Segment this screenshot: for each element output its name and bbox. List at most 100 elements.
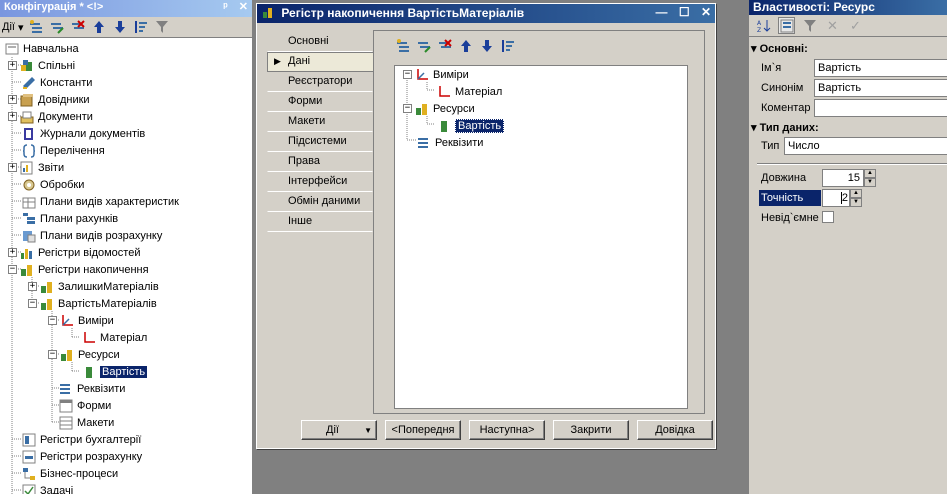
tree-item-common[interactable]: + Спільні: [8, 57, 75, 74]
tree-item-forms[interactable]: Форми: [58, 397, 111, 414]
filter-icon[interactable]: [154, 19, 171, 36]
data-tree-resources[interactable]: − Ресурси: [403, 100, 475, 117]
spin-up-icon[interactable]: ▲: [864, 169, 876, 178]
minimize-icon[interactable]: —: [655, 5, 667, 19]
edit-icon[interactable]: [415, 37, 432, 54]
categories-icon[interactable]: [778, 17, 795, 34]
close-icon[interactable]: ✕: [701, 5, 711, 19]
maximize-icon[interactable]: ☐: [679, 5, 690, 19]
move-down-icon[interactable]: [112, 19, 129, 36]
cancel-icon[interactable]: ✕: [824, 17, 841, 34]
move-up-icon[interactable]: [91, 19, 108, 36]
add-icon[interactable]: [394, 37, 411, 54]
spin-down-icon[interactable]: ▼: [864, 178, 876, 187]
type-field[interactable]: Число: [784, 137, 947, 155]
tab-forms[interactable]: Форми: [267, 92, 373, 112]
expand-icon[interactable]: +: [28, 282, 37, 291]
expand-icon[interactable]: +: [8, 163, 17, 172]
actions-menu[interactable]: Дії ▾: [2, 19, 24, 36]
tab-data[interactable]: Дані: [267, 52, 373, 72]
spin-down-icon[interactable]: ▼: [850, 198, 862, 207]
collapse-icon[interactable]: −: [403, 104, 412, 113]
tab-data-exchange[interactable]: Обмін даними: [267, 192, 373, 212]
dimension-icon: [436, 84, 452, 100]
data-tree-material[interactable]: Матеріал: [436, 83, 502, 100]
tab-rights[interactable]: Права: [267, 152, 373, 172]
tree-item-processing[interactable]: Обробки: [21, 176, 84, 193]
filter-icon[interactable]: [801, 17, 818, 34]
collapse-icon[interactable]: −: [403, 70, 412, 79]
tree-item-enums[interactable]: Перелічення: [21, 142, 105, 159]
move-up-icon[interactable]: [457, 37, 474, 54]
add-icon[interactable]: [28, 19, 45, 36]
tree-item-journals[interactable]: Журнали документів: [21, 125, 145, 142]
delete-icon[interactable]: [70, 19, 87, 36]
precision-field[interactable]: 2: [822, 189, 850, 207]
tree-item-documents[interactable]: + Документи: [8, 108, 93, 125]
tree-item-material[interactable]: Матеріал: [81, 329, 147, 346]
tab-templates[interactable]: Макети: [267, 112, 373, 132]
spin-up-icon[interactable]: ▲: [850, 189, 862, 198]
tree-item-accounting-registers[interactable]: Регістри бухгалтерії: [21, 431, 141, 448]
expand-icon[interactable]: +: [8, 112, 17, 121]
collapse-icon[interactable]: −: [48, 316, 57, 325]
sort-icon[interactable]: [499, 37, 516, 54]
help-button[interactable]: Довідка: [637, 420, 713, 440]
close-icon[interactable]: ✕: [239, 1, 248, 13]
sort-icon[interactable]: [133, 19, 150, 36]
data-tree-cost[interactable]: Вартість: [436, 117, 505, 134]
tab-basic[interactable]: Основні: [267, 32, 373, 52]
close-button[interactable]: Закрити: [553, 420, 629, 440]
tree-item-attributes[interactable]: Реквізити: [58, 380, 125, 397]
tree-item-catalogs[interactable]: + Довідники: [8, 91, 90, 108]
tab-recorders[interactable]: Реєстратори: [267, 72, 373, 92]
tab-interfaces[interactable]: Інтерфейси: [267, 172, 373, 192]
tree-item-resources[interactable]: − Ресурси: [48, 346, 120, 363]
move-down-icon[interactable]: [478, 37, 495, 54]
tab-subsystems[interactable]: Підсистеми: [267, 132, 373, 152]
next-button[interactable]: Наступна>: [469, 420, 545, 440]
tree-item-templates[interactable]: Макети: [58, 414, 114, 431]
tree-item-calculation-registers[interactable]: Регістри розрахунку: [21, 448, 142, 465]
pin-icon[interactable]: ᵖ: [223, 1, 227, 13]
tree-item-characteristic-types[interactable]: Плани видів характеристик: [21, 193, 179, 210]
tree-item-cost-materials[interactable]: − ВартістьМатеріалів: [28, 295, 157, 312]
length-field[interactable]: 15: [822, 169, 864, 187]
collapse-icon[interactable]: −: [28, 299, 37, 308]
sort-alpha-icon[interactable]: AZ: [755, 17, 772, 34]
edit-icon[interactable]: [49, 19, 66, 36]
nonnegative-checkbox[interactable]: [822, 211, 834, 223]
tree-item-info-registers[interactable]: + Регістри відомостей: [8, 244, 140, 261]
collapse-icon[interactable]: −: [48, 350, 57, 359]
tree-item-dimensions[interactable]: − Виміри: [48, 312, 114, 329]
tab-other[interactable]: Інше: [267, 212, 373, 232]
length-spinner[interactable]: ▲ ▼: [864, 169, 876, 187]
name-field[interactable]: Вартість: [814, 59, 947, 77]
tree-item-calculation-types[interactable]: Плани видів розрахунку: [21, 227, 162, 244]
actions-button[interactable]: Дії ▼: [301, 420, 377, 440]
data-tree-dimensions[interactable]: − Виміри: [403, 66, 469, 83]
comment-field[interactable]: [814, 99, 947, 117]
collapse-icon[interactable]: −: [8, 265, 17, 274]
tree-item-business-processes[interactable]: Бізнес-процеси: [21, 465, 118, 482]
tree-item-root[interactable]: Навчальна: [4, 40, 79, 57]
expand-icon[interactable]: +: [8, 248, 17, 257]
expand-icon[interactable]: +: [8, 61, 17, 70]
tree-item-cost[interactable]: Вартість: [81, 363, 148, 380]
synonym-field[interactable]: Вартість: [814, 79, 947, 97]
expand-icon[interactable]: +: [8, 95, 17, 104]
tree-item-charts-of-accounts[interactable]: Плани рахунків: [21, 210, 118, 227]
group-basic[interactable]: ▾ Основні:: [751, 42, 808, 55]
tree-item-accumulation-registers[interactable]: − Регістри накопичення: [8, 261, 149, 278]
previous-button[interactable]: <Попередня: [385, 420, 461, 440]
precision-spinner[interactable]: ▲ ▼: [850, 189, 862, 207]
group-data-type[interactable]: ▾ Тип даних:: [751, 121, 819, 134]
properties-title: Властивості: Ресурс: [753, 0, 875, 14]
tree-item-tasks[interactable]: Задачі: [21, 482, 73, 494]
tree-item-reports[interactable]: + Звіти: [8, 159, 64, 176]
check-icon[interactable]: ✓: [847, 17, 864, 34]
delete-icon[interactable]: [436, 37, 453, 54]
tree-item-constants[interactable]: Константи: [21, 74, 92, 91]
tree-item-stock-materials[interactable]: + ЗалишкиМатеріалів: [28, 278, 159, 295]
data-tree-attributes[interactable]: Реквізити: [416, 134, 483, 151]
